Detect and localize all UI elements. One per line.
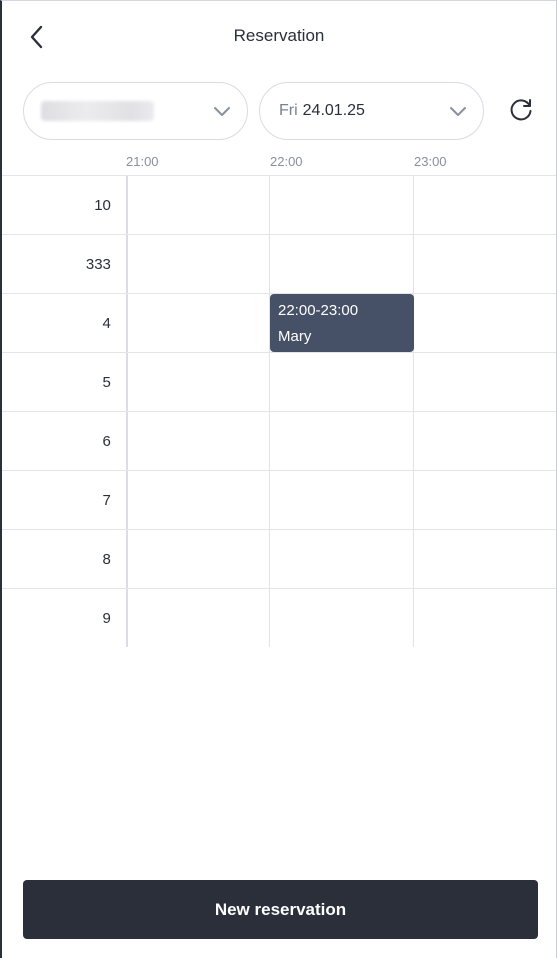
row-label: 6 bbox=[102, 432, 111, 450]
time-slot[interactable] bbox=[412, 412, 556, 470]
time-slot[interactable] bbox=[125, 353, 269, 411]
app-frame: Reservation Fri 24.01.25 21:00 22:00 23:… bbox=[0, 0, 557, 958]
row-label: 8 bbox=[102, 550, 111, 568]
row-label: 4 bbox=[102, 314, 111, 332]
time-slot[interactable] bbox=[412, 176, 556, 234]
table-row: 6 bbox=[2, 411, 556, 470]
table-row: 9 bbox=[2, 588, 556, 647]
reservation-block[interactable]: 22:00-23:00 Mary bbox=[270, 294, 414, 352]
row-label: 10 bbox=[94, 196, 111, 214]
time-slot[interactable] bbox=[269, 471, 412, 529]
time-slot[interactable] bbox=[412, 294, 556, 352]
time-slot[interactable] bbox=[125, 412, 269, 470]
hour-label: 23:00 bbox=[414, 154, 447, 169]
row-label: 5 bbox=[102, 373, 111, 391]
timeline-header: 21:00 22:00 23:00 bbox=[2, 154, 556, 174]
time-slot[interactable] bbox=[269, 176, 412, 234]
row-label: 7 bbox=[102, 491, 111, 509]
table-row: 10 bbox=[2, 175, 556, 234]
time-slot[interactable] bbox=[125, 235, 269, 293]
time-slot[interactable] bbox=[125, 589, 269, 647]
time-slot[interactable] bbox=[125, 176, 269, 234]
time-slot[interactable] bbox=[125, 530, 269, 588]
table-row: 5 bbox=[2, 352, 556, 411]
date-select[interactable]: Fri 24.01.25 bbox=[259, 82, 484, 140]
reservation-grid: 10 333 4 5 6 7 8 9 22:00-23:00 Mary bbox=[2, 175, 556, 647]
time-slot[interactable] bbox=[269, 353, 412, 411]
chevron-down-icon bbox=[214, 107, 230, 116]
location-value-redacted bbox=[41, 101, 154, 121]
reservation-time: 22:00-23:00 bbox=[278, 302, 359, 319]
hour-label: 22:00 bbox=[270, 154, 303, 169]
hour-label: 21:00 bbox=[126, 154, 159, 169]
row-label: 333 bbox=[85, 255, 111, 273]
time-slot[interactable] bbox=[125, 294, 269, 352]
time-slot[interactable] bbox=[269, 235, 412, 293]
date-weekday: Fri bbox=[279, 102, 298, 119]
time-slot[interactable] bbox=[269, 589, 412, 647]
date-value: 24.01.25 bbox=[302, 102, 365, 119]
table-row: 333 bbox=[2, 234, 556, 293]
reservation-guest: Mary bbox=[278, 328, 312, 345]
header: Reservation bbox=[2, 1, 556, 73]
page-title: Reservation bbox=[233, 26, 325, 45]
row-label: 9 bbox=[102, 609, 111, 627]
table-row: 7 bbox=[2, 470, 556, 529]
chevron-down-icon bbox=[450, 107, 466, 116]
time-slot[interactable] bbox=[412, 589, 556, 647]
time-slot[interactable] bbox=[412, 235, 556, 293]
location-select[interactable] bbox=[23, 82, 248, 140]
table-row: 8 bbox=[2, 529, 556, 588]
time-slot[interactable] bbox=[269, 530, 412, 588]
refresh-button[interactable] bbox=[504, 93, 538, 127]
time-slot[interactable] bbox=[412, 353, 556, 411]
new-reservation-button[interactable]: New reservation bbox=[23, 880, 538, 939]
time-slot[interactable] bbox=[412, 471, 556, 529]
time-slot[interactable] bbox=[412, 530, 556, 588]
time-slot[interactable] bbox=[125, 471, 269, 529]
refresh-icon bbox=[510, 99, 532, 121]
time-slot[interactable] bbox=[269, 412, 412, 470]
